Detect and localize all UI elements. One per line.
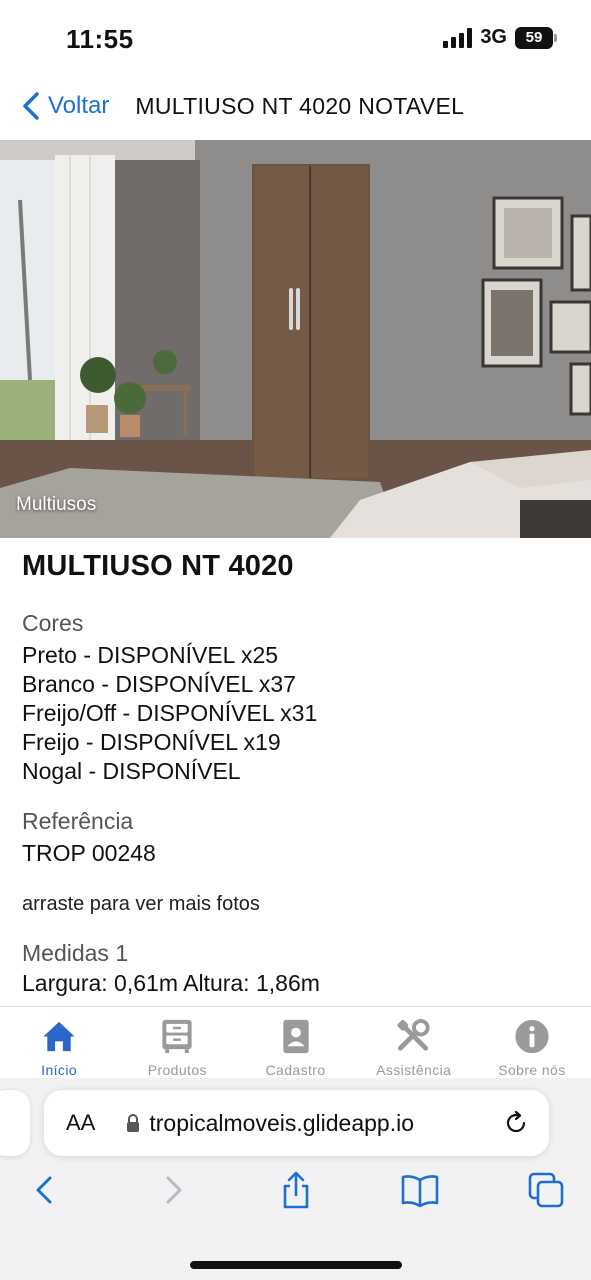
referencia-value: TROP 00248 — [22, 840, 156, 866]
home-indicator[interactable] — [190, 1261, 402, 1269]
tab-cadastro[interactable]: Cadastro — [236, 1007, 354, 1078]
cores-label: Cores — [22, 610, 84, 636]
tab-label: Assistência — [376, 1062, 452, 1078]
color-availability: Branco - DISPONÍVEL x37 — [22, 671, 296, 697]
tab-sobre-nos[interactable]: Sobre nós — [473, 1007, 591, 1078]
product-name: MULTIUSO NT 4020 — [22, 550, 294, 582]
tab-inicio[interactable]: Início — [0, 1007, 118, 1078]
signal-icon — [443, 27, 473, 48]
image-caption: Multiusos — [16, 494, 97, 515]
contact-book-icon — [282, 1019, 309, 1054]
tab-label: Produtos — [147, 1062, 207, 1078]
tab-label: Cadastro — [265, 1062, 326, 1078]
medidas-value: Largura: 0,61m Altura: 1,86m — [22, 970, 320, 996]
tab-bar: Início Produtos Cadastro Assistência Sob… — [0, 1006, 591, 1078]
status-time: 11:55 — [66, 24, 134, 54]
page-title: MULTIUSO NT 4020 NOTAVEL — [135, 92, 465, 119]
browser-chrome: AA tropicalmoveis.glideapp.io — [0, 1078, 591, 1280]
back-button[interactable]: Voltar — [20, 91, 109, 121]
reader-aa-button[interactable]: AA — [66, 1110, 95, 1136]
reload-icon[interactable] — [503, 1110, 529, 1136]
tabs-icon[interactable] — [526, 1170, 566, 1210]
back-label: Voltar — [48, 92, 110, 119]
bookmarks-icon[interactable] — [400, 1170, 440, 1210]
status-indicators: 3G 59 — [443, 26, 557, 49]
network-type: 3G — [480, 26, 507, 48]
tab-assistencia[interactable]: Assistência — [355, 1007, 473, 1078]
color-availability: Freijo - DISPONÍVEL x19 — [22, 729, 281, 755]
chevron-left-icon — [23, 92, 39, 120]
cores-section: Cores Preto - DISPONÍVEL x25 Branco - DI… — [22, 610, 317, 786]
tab-label: Início — [41, 1062, 78, 1078]
battery-level: 59 — [525, 29, 543, 46]
product-details: MULTIUSO NT 4020 Cores Preto - DISPONÍVE… — [22, 548, 572, 1028]
room-illustration — [0, 140, 591, 538]
tab-produtos[interactable]: Produtos — [118, 1007, 236, 1078]
lock-icon — [127, 1114, 140, 1132]
address-bar[interactable]: AA tropicalmoveis.glideapp.io — [44, 1090, 549, 1156]
color-availability: Nogal - DISPONÍVEL — [22, 758, 241, 784]
url-text: tropicalmoveis.glideapp.io — [149, 1109, 415, 1136]
referencia-section: Referência TROP 00248 — [22, 808, 156, 868]
info-icon — [515, 1019, 549, 1054]
product-image[interactable]: Multiusos — [0, 140, 591, 538]
nav-header: Voltar MULTIUSO NT 4020 NOTAVEL — [0, 72, 591, 140]
medidas-label: Medidas 1 — [22, 940, 129, 966]
swipe-hint: arraste para ver mais fotos — [22, 893, 260, 915]
battery-icon: 59 — [515, 26, 557, 49]
referencia-label: Referência — [22, 808, 134, 834]
color-availability: Preto - DISPONÍVEL x25 — [22, 642, 279, 668]
share-icon[interactable] — [276, 1170, 316, 1210]
browser-toolbar — [0, 1170, 591, 1220]
tab-label: Sobre nós — [498, 1062, 566, 1078]
home-icon — [43, 1021, 75, 1052]
dresser-icon — [162, 1019, 192, 1054]
color-availability: Freijo/Off - DISPONÍVEL x31 — [22, 700, 318, 726]
forward-arrow-icon[interactable] — [152, 1170, 192, 1210]
tools-icon — [397, 1018, 430, 1051]
previous-tab[interactable] — [0, 1090, 30, 1156]
back-arrow-icon[interactable] — [26, 1170, 66, 1210]
status-bar: 11:55 3G 59 — [0, 0, 591, 72]
